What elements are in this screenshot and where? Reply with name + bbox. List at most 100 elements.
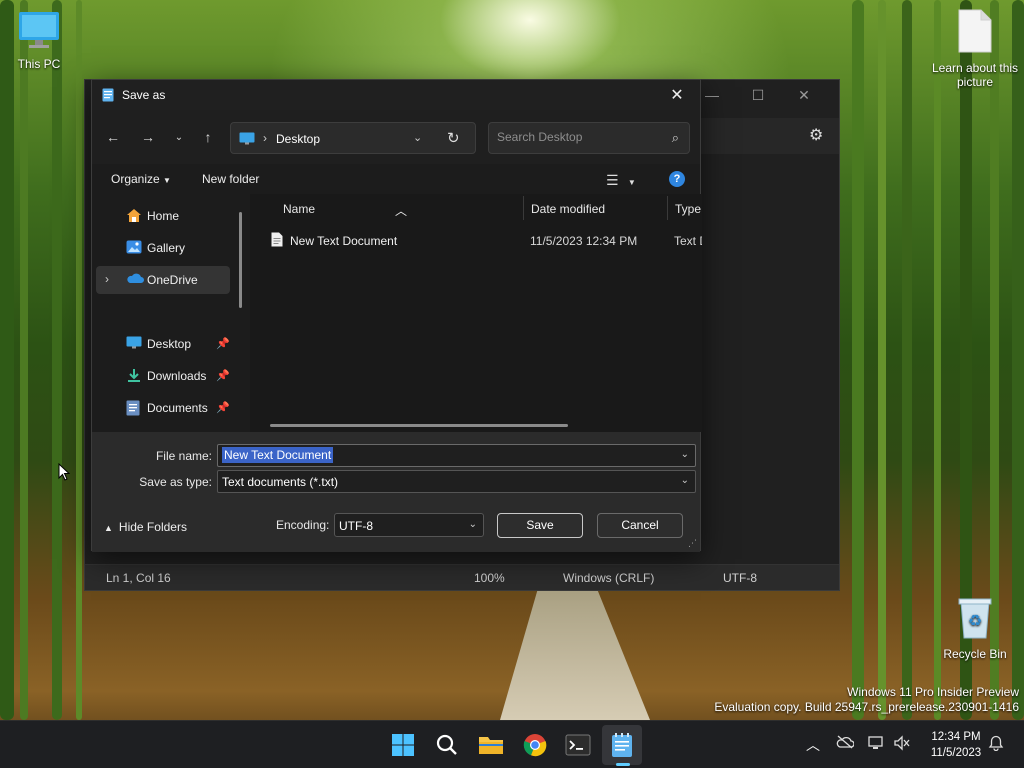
dialog-close-button[interactable]: ✕ bbox=[654, 80, 700, 110]
save-button[interactable]: Save bbox=[497, 513, 583, 538]
save-as-type-value: Text documents (*.txt) bbox=[222, 475, 339, 489]
nav-pane-scrollbar[interactable] bbox=[239, 212, 242, 308]
encoding-label: Encoding: bbox=[276, 518, 330, 532]
close-button[interactable]: ✕ bbox=[781, 80, 827, 110]
notification-bell-icon[interactable] bbox=[988, 735, 1004, 754]
search-input[interactable] bbox=[497, 130, 657, 144]
chrome-icon[interactable] bbox=[521, 731, 549, 759]
expand-chevron-icon[interactable]: › bbox=[105, 272, 109, 286]
recent-locations-chevron-icon[interactable]: ⌄ bbox=[167, 126, 191, 148]
desktop-icon-this-pc[interactable]: This PC bbox=[0, 10, 84, 71]
pin-icon[interactable]: 📌 bbox=[216, 337, 230, 350]
save-options-panel: File name: New Text Document ⌄ Save as t… bbox=[92, 432, 700, 552]
column-header-name[interactable]: Name bbox=[283, 202, 315, 216]
nav-item-label: OneDrive bbox=[147, 273, 198, 287]
chevron-down-icon[interactable]: ⌄ bbox=[681, 475, 689, 486]
address-bar[interactable]: › Desktop ⌄ ↻ bbox=[230, 122, 476, 154]
chevron-down-icon: ▼ bbox=[163, 176, 171, 185]
file-name-input[interactable]: New Text Document ⌄ bbox=[217, 444, 696, 467]
home-icon bbox=[126, 208, 142, 226]
dialog-title: Save as bbox=[122, 88, 166, 102]
pin-icon[interactable]: 📌 bbox=[216, 401, 230, 414]
encoding-select[interactable]: UTF-8 ⌄ bbox=[334, 513, 484, 537]
hide-folders-label: Hide Folders bbox=[118, 520, 187, 534]
save-as-dialog: Save as ✕ ← → ⌄ ↑ › Desktop ⌄ ↻ ⌕ Organi… bbox=[91, 79, 702, 552]
address-dropdown-icon[interactable]: ⌄ bbox=[413, 131, 422, 144]
nav-item-documents[interactable]: Documents 📌 bbox=[96, 394, 230, 422]
nav-item-label: Downloads bbox=[147, 369, 207, 383]
recycle-bin-icon: ♻ bbox=[930, 596, 1020, 643]
file-name: New Text Document bbox=[290, 234, 398, 248]
command-bar: Organize ▼ New folder ☰ ▼ ? bbox=[92, 164, 700, 194]
view-options-button[interactable]: ☰ ▼ bbox=[606, 172, 636, 189]
search-icon: ⌕ bbox=[671, 130, 679, 145]
zoom-level: 100% bbox=[474, 571, 505, 585]
list-view-icon: ☰ bbox=[606, 172, 619, 188]
text-file-icon bbox=[271, 232, 283, 250]
watermark-line-1: Windows 11 Pro Insider Preview bbox=[847, 685, 1019, 699]
running-indicator bbox=[616, 763, 630, 766]
documents-icon bbox=[126, 400, 140, 419]
chevron-down-icon: ⌄ bbox=[468, 519, 477, 530]
file-list-scrollbar[interactable] bbox=[270, 424, 568, 427]
desktop-location-icon bbox=[239, 132, 255, 148]
file-name-label: File name: bbox=[155, 449, 212, 463]
navigation-pane: Home Gallery › OneDrive Desktop 📌 Downlo… bbox=[92, 202, 242, 432]
save-as-type-label: Save as type: bbox=[139, 475, 212, 489]
network-icon[interactable] bbox=[868, 735, 886, 754]
column-header-date[interactable]: Date modified bbox=[531, 202, 605, 216]
file-explorer-icon[interactable] bbox=[477, 731, 505, 759]
column-header-type[interactable]: Type bbox=[675, 202, 701, 216]
cancel-button[interactable]: Cancel bbox=[597, 513, 683, 538]
sort-ascending-icon: ︿ bbox=[395, 204, 408, 218]
nav-item-home[interactable]: Home bbox=[96, 202, 230, 230]
encoding-value: UTF-8 bbox=[339, 519, 373, 533]
gear-icon[interactable]: ⚙ bbox=[809, 125, 823, 145]
address-location[interactable]: Desktop bbox=[276, 132, 320, 146]
maximize-button[interactable]: ☐ bbox=[735, 80, 781, 110]
search-box[interactable]: ⌕ bbox=[488, 122, 690, 154]
resize-grip-icon[interactable]: ⋰ bbox=[688, 538, 697, 549]
notepad-window-controls: — ☐ ✕ bbox=[689, 80, 839, 110]
mouse-cursor-icon bbox=[58, 462, 71, 484]
refresh-icon[interactable]: ↻ bbox=[447, 129, 460, 147]
show-hidden-icons-chevron-icon[interactable]: ︿ bbox=[806, 735, 820, 755]
organize-menu[interactable]: Organize ▼ bbox=[111, 172, 171, 186]
help-icon[interactable]: ? bbox=[669, 171, 685, 187]
terminal-icon[interactable] bbox=[564, 731, 592, 759]
desktop-icon-recycle-bin[interactable]: ♻ Recycle Bin bbox=[930, 596, 1020, 661]
file-row[interactable]: New Text Document 11/5/2023 12:34 PM Tex… bbox=[266, 230, 702, 252]
back-arrow-icon[interactable]: ← bbox=[101, 126, 125, 148]
system-clock[interactable]: 12:34 PM 11/5/2023 bbox=[916, 729, 996, 761]
onedrive-offline-icon[interactable] bbox=[836, 735, 855, 752]
breadcrumb-separator-icon: › bbox=[263, 131, 267, 145]
dialog-title-bar: Save as ✕ bbox=[92, 80, 700, 110]
notepad-icon[interactable] bbox=[608, 731, 636, 759]
notepad-status-bar: Ln 1, Col 16 100% Windows (CRLF) UTF-8 bbox=[85, 564, 839, 590]
start-icon[interactable] bbox=[389, 731, 417, 759]
desktop-icon-learn-about-picture[interactable]: Learn about this picture bbox=[930, 8, 1020, 89]
evaluation-watermark: Windows 11 Pro Insider Preview Evaluatio… bbox=[714, 685, 1019, 715]
nav-item-downloads[interactable]: Downloads 📌 bbox=[96, 362, 230, 390]
nav-item-label: Gallery bbox=[147, 241, 186, 255]
volume-muted-icon[interactable] bbox=[893, 735, 911, 754]
hide-folders-button[interactable]: ▲ Hide Folders bbox=[104, 520, 187, 534]
chevron-down-icon: ▼ bbox=[627, 178, 636, 187]
svg-text:♻: ♻ bbox=[968, 613, 982, 630]
nav-item-gallery[interactable]: Gallery bbox=[96, 234, 230, 262]
chevron-down-icon[interactable]: ⌄ bbox=[681, 449, 689, 460]
new-folder-button[interactable]: New folder bbox=[202, 172, 259, 186]
forward-arrow-icon[interactable]: → bbox=[136, 126, 160, 148]
file-name-value: New Text Document bbox=[222, 447, 334, 463]
file-date: 11/5/2023 12:34 PM bbox=[530, 234, 638, 248]
onedrive-icon bbox=[126, 272, 144, 287]
nav-item-desktop[interactable]: Desktop 📌 bbox=[96, 330, 230, 358]
up-arrow-icon[interactable]: ↑ bbox=[196, 126, 220, 148]
desktop-folder-icon bbox=[126, 336, 142, 352]
nav-item-onedrive[interactable]: › OneDrive bbox=[96, 266, 230, 294]
search-icon[interactable] bbox=[433, 731, 461, 759]
pin-icon[interactable]: 📌 bbox=[216, 369, 230, 382]
save-as-type-select[interactable]: Text documents (*.txt) ⌄ bbox=[217, 470, 696, 493]
this-pc-icon bbox=[0, 10, 84, 53]
nav-item-label: Home bbox=[147, 209, 180, 223]
